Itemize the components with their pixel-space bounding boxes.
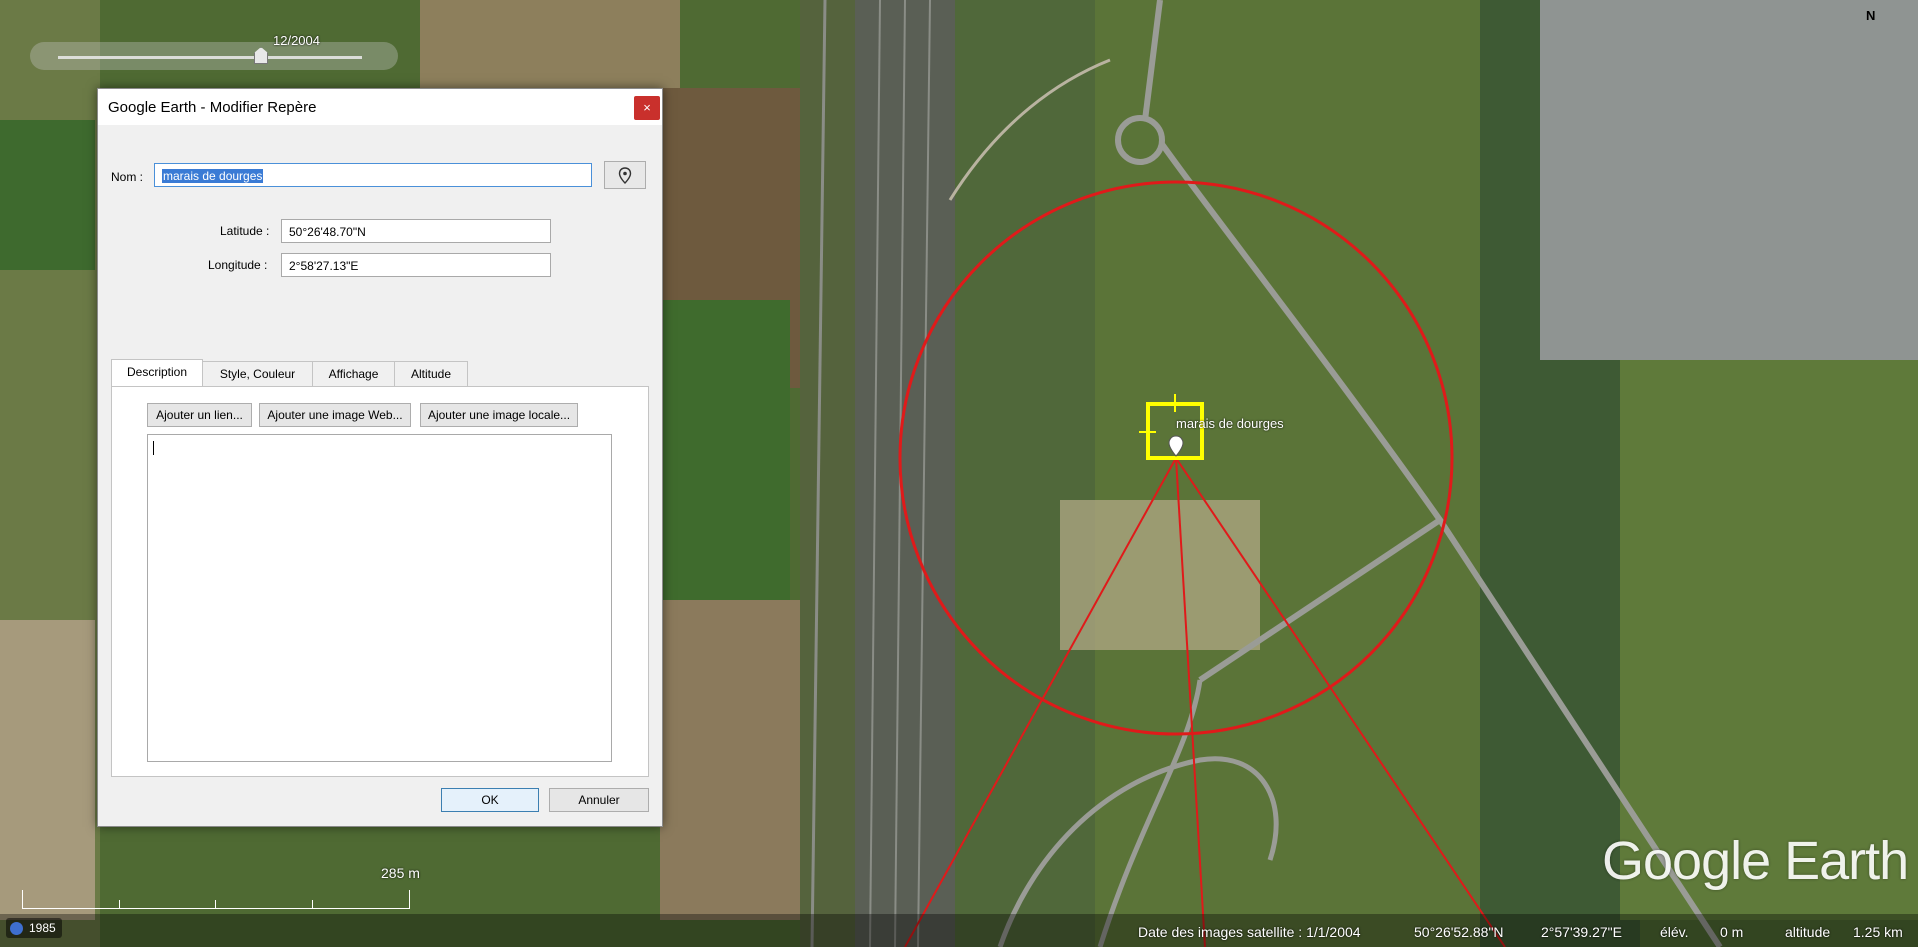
compass-icon[interactable]: N bbox=[1858, 8, 1886, 36]
dialog-title: Google Earth - Modifier Repère bbox=[108, 99, 317, 116]
ok-button[interactable]: OK bbox=[441, 788, 539, 812]
year-value: 1985 bbox=[29, 921, 56, 935]
description-textarea[interactable] bbox=[147, 434, 612, 762]
scale-tick bbox=[119, 900, 120, 908]
description-panel: Ajouter un lien... Ajouter une image Web… bbox=[111, 386, 649, 777]
tab-description[interactable]: Description bbox=[111, 359, 203, 387]
pointer-latitude: 50°26'52.88"N bbox=[1414, 924, 1504, 940]
pushpin-icon bbox=[618, 167, 632, 184]
longitude-input[interactable]: 2°58'27.13"E bbox=[281, 253, 551, 277]
close-button[interactable]: × bbox=[634, 96, 660, 120]
clock-icon bbox=[10, 922, 23, 936]
add-web-image-button[interactable]: Ajouter une image Web... bbox=[259, 403, 411, 427]
imagery-date: Date des images satellite : 1/1/2004 bbox=[1138, 924, 1361, 940]
placemark-label[interactable]: marais de dourges bbox=[1176, 416, 1284, 431]
roundabout bbox=[1115, 115, 1165, 165]
status-bar: Date des images satellite : 1/1/2004 50°… bbox=[0, 914, 1918, 947]
placemark-icon-button[interactable] bbox=[604, 161, 646, 189]
scale-bar bbox=[22, 890, 410, 909]
altitude-value: 1.25 km bbox=[1853, 924, 1903, 940]
compass-north-label: N bbox=[1866, 8, 1876, 23]
add-link-button[interactable]: Ajouter un lien... bbox=[147, 403, 252, 427]
name-input[interactable]: marais de dourges bbox=[154, 163, 592, 187]
dialog-titlebar[interactable]: Google Earth - Modifier Repère × bbox=[98, 89, 662, 125]
scale-tick bbox=[215, 900, 216, 908]
time-slider[interactable]: 12/2004 bbox=[30, 33, 398, 70]
tab-display[interactable]: Affichage bbox=[312, 361, 395, 386]
tab-style-color[interactable]: Style, Couleur bbox=[202, 361, 313, 386]
latitude-input[interactable]: 50°26'48.70"N bbox=[281, 219, 551, 243]
tab-altitude[interactable]: Altitude bbox=[394, 361, 468, 386]
time-slider-label: 12/2004 bbox=[273, 33, 320, 48]
name-label: Nom : bbox=[111, 170, 144, 184]
placemark-pin bbox=[1168, 435, 1184, 457]
scale-tick bbox=[312, 900, 313, 908]
cancel-button[interactable]: Annuler bbox=[549, 788, 649, 812]
longitude-label: Longitude : bbox=[208, 258, 268, 272]
edit-placemark-dialog: Google Earth - Modifier Repère × Nom : m… bbox=[97, 88, 663, 827]
text-caret bbox=[153, 441, 154, 455]
altitude-label: altitude bbox=[1785, 924, 1831, 940]
pointer-longitude: 2°57'39.27"E bbox=[1541, 924, 1622, 940]
elevation-label: élév. bbox=[1660, 924, 1689, 940]
time-slider-track[interactable] bbox=[58, 56, 362, 59]
historical-imagery-badge[interactable]: 1985 bbox=[6, 918, 62, 938]
time-slider-thumb[interactable] bbox=[254, 47, 268, 64]
elevation-value: 0 m bbox=[1720, 924, 1744, 940]
name-input-value: marais de dourges bbox=[162, 169, 264, 183]
latitude-label: Latitude : bbox=[220, 224, 270, 238]
scale-label: 285 m bbox=[381, 865, 420, 881]
close-icon: × bbox=[643, 100, 651, 115]
google-earth-logo: Google Earth bbox=[1602, 831, 1909, 891]
add-local-image-button[interactable]: Ajouter une image locale... bbox=[420, 403, 578, 427]
